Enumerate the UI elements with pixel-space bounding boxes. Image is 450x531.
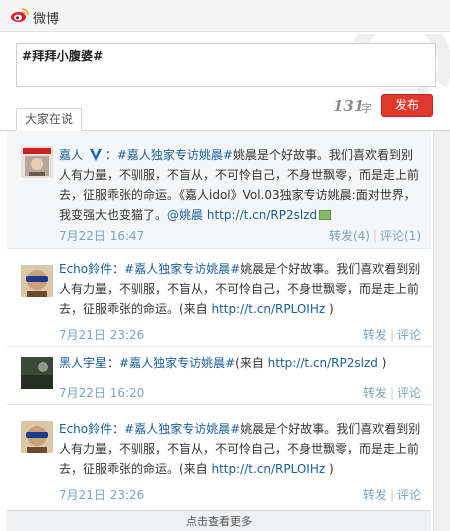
verified-v-icon — [89, 149, 102, 161]
scrollbar[interactable] — [433, 131, 450, 531]
divider: | — [389, 488, 394, 502]
avatar[interactable] — [21, 265, 53, 297]
avatar[interactable] — [21, 146, 53, 178]
mention-link[interactable]: @姚晨 — [167, 208, 203, 222]
divider: | — [389, 328, 394, 342]
comment-link[interactable]: 评论(1) — [380, 229, 421, 243]
avatar[interactable] — [21, 357, 53, 389]
char-count-unit: 字 — [361, 102, 372, 115]
colon: ： — [112, 262, 125, 276]
post-time[interactable]: 7月22日 16:47 — [59, 227, 144, 244]
post-text-end: ) — [325, 302, 334, 316]
post-text: (来自 — [235, 356, 268, 370]
status-textarea-value: #拜拜小腹婆# — [22, 49, 104, 63]
repost-link[interactable]: 转发 — [363, 328, 387, 342]
post-text-end: ) — [377, 356, 387, 370]
comment-link[interactable]: 评论 — [397, 328, 421, 342]
post-time[interactable]: 7月21日 23:26 — [59, 486, 144, 503]
colon: ： — [112, 422, 125, 436]
short-url-link[interactable]: http://t.cn/RP2slzd — [207, 208, 317, 222]
colon: ： — [107, 356, 120, 370]
topic-link[interactable]: #嘉人独家专访姚晨# — [124, 422, 240, 436]
topic-link[interactable]: #嘉人独家专访姚晨# — [119, 356, 235, 370]
post-button[interactable]: 发布 — [381, 94, 433, 117]
char-count: 131 — [333, 97, 365, 115]
topic-link[interactable]: #嘉人独家专访姚晨# — [117, 148, 233, 162]
feed-item-body: Echo鈴件：#嘉人独家专访姚晨#姚晨是个好故事。我们喜欢看到别人有力量，不驯服… — [59, 419, 421, 479]
divider: | — [372, 229, 377, 243]
post-time[interactable]: 7月22日 16:20 — [59, 384, 144, 401]
feed-item-body: 嘉人 ：#嘉人独家专访姚晨#姚晨是个好故事。我们喜欢看到别人有力量，不驯服，不盲… — [59, 145, 421, 225]
feed-list: 嘉人 ：#嘉人独家专访姚晨#姚晨是个好故事。我们喜欢看到别人有力量，不驯服，不盲… — [7, 131, 431, 531]
load-more-button[interactable]: 点击查看更多 — [7, 510, 431, 531]
short-url-link[interactable]: http://t.cn/RPLOIHz — [212, 302, 326, 316]
feed-item: Echo鈴件：#嘉人独家专访姚晨#姚晨是个好故事。我们喜欢看到别人有力量，不驯服… — [7, 405, 431, 511]
avatar[interactable] — [21, 421, 53, 453]
topic-link[interactable]: #嘉人独家专访姚晨# — [124, 262, 240, 276]
comment-link[interactable]: 评论 — [397, 386, 421, 400]
divider: | — [389, 386, 394, 400]
repost-link[interactable]: 转发(4) — [329, 229, 370, 243]
comment-link[interactable]: 评论 — [397, 488, 421, 502]
status-textarea[interactable]: #拜拜小腹婆# — [16, 43, 436, 87]
brand-title[interactable]: 微博 — [33, 8, 59, 27]
feed-item: Echo鈴件：#嘉人独家专访姚晨#姚晨是个好故事。我们喜欢看到别人有力量，不驯服… — [7, 249, 431, 347]
feed-item: 嘉人 ：#嘉人独家专访姚晨#姚晨是个好故事。我们喜欢看到别人有力量，不驯服，不盲… — [7, 131, 431, 249]
author-name[interactable]: 嘉人 — [59, 148, 83, 162]
short-url-link[interactable]: http://t.cn/RPLOIHz — [212, 462, 326, 476]
tab-everyone-says[interactable]: 大家在说 — [16, 108, 82, 131]
image-attachment-icon[interactable] — [319, 210, 332, 220]
app-header: 微博 — [0, 0, 450, 32]
repost-link[interactable]: 转发 — [363, 488, 387, 502]
feed-item: 黑人宇星：#嘉人独家专访姚晨#(来自 http://t.cn/RP2slzd )… — [7, 347, 431, 405]
feed-item-body: 黑人宇星：#嘉人独家专访姚晨#(来自 http://t.cn/RP2slzd ) — [59, 353, 421, 373]
weibo-logo-icon[interactable] — [10, 7, 30, 23]
author-name[interactable]: Echo鈴件 — [59, 422, 112, 436]
repost-link[interactable]: 转发 — [363, 386, 387, 400]
author-name[interactable]: 黑人宇星 — [59, 356, 107, 370]
feed-item-body: Echo鈴件：#嘉人独家专访姚晨#姚晨是个好故事。我们喜欢看到别人有力量，不驯服… — [59, 259, 421, 319]
author-name[interactable]: Echo鈴件 — [59, 262, 112, 276]
short-url-link[interactable]: http://t.cn/RP2slzd — [268, 356, 378, 370]
post-time[interactable]: 7月21日 23:26 — [59, 326, 144, 343]
post-text-end: ) — [325, 462, 334, 476]
colon: ： — [104, 148, 117, 162]
